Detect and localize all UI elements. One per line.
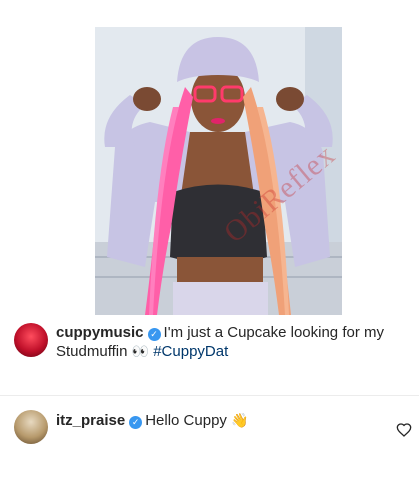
verified-badge-icon: ✓ bbox=[147, 328, 161, 341]
post-photo[interactable]: ObiReflex bbox=[95, 27, 342, 315]
avatar[interactable] bbox=[14, 410, 48, 444]
avatar[interactable] bbox=[14, 323, 48, 357]
eyes-emoji: 👀 bbox=[131, 343, 150, 359]
comment-text: itz_praise ✓ Hello Cuppy 👋 bbox=[56, 411, 249, 430]
comment-row: itz_praise ✓ Hello Cuppy 👋 bbox=[14, 410, 249, 444]
caption-hashtag[interactable]: #CuppyDat bbox=[153, 343, 228, 360]
verified-badge-icon: ✓ bbox=[129, 416, 143, 429]
caption-row: cuppymusic ✓ I'm just a Cupcake looking fo… bbox=[14, 323, 384, 361]
heart-outline-icon[interactable] bbox=[396, 422, 412, 438]
divider bbox=[0, 395, 419, 396]
caption-username[interactable]: cuppymusic bbox=[56, 324, 144, 341]
comment-body: Hello Cuppy bbox=[145, 412, 227, 429]
waving-hand-emoji: 👋 bbox=[231, 412, 249, 428]
caption-text-line-2: Studmuffin bbox=[56, 343, 128, 360]
caption-text-line-1: I'm just a Cupcake looking for my bbox=[163, 324, 384, 341]
comment-username[interactable]: itz_praise bbox=[56, 412, 125, 429]
caption-text: cuppymusic ✓ I'm just a Cupcake looking fo… bbox=[56, 323, 384, 361]
